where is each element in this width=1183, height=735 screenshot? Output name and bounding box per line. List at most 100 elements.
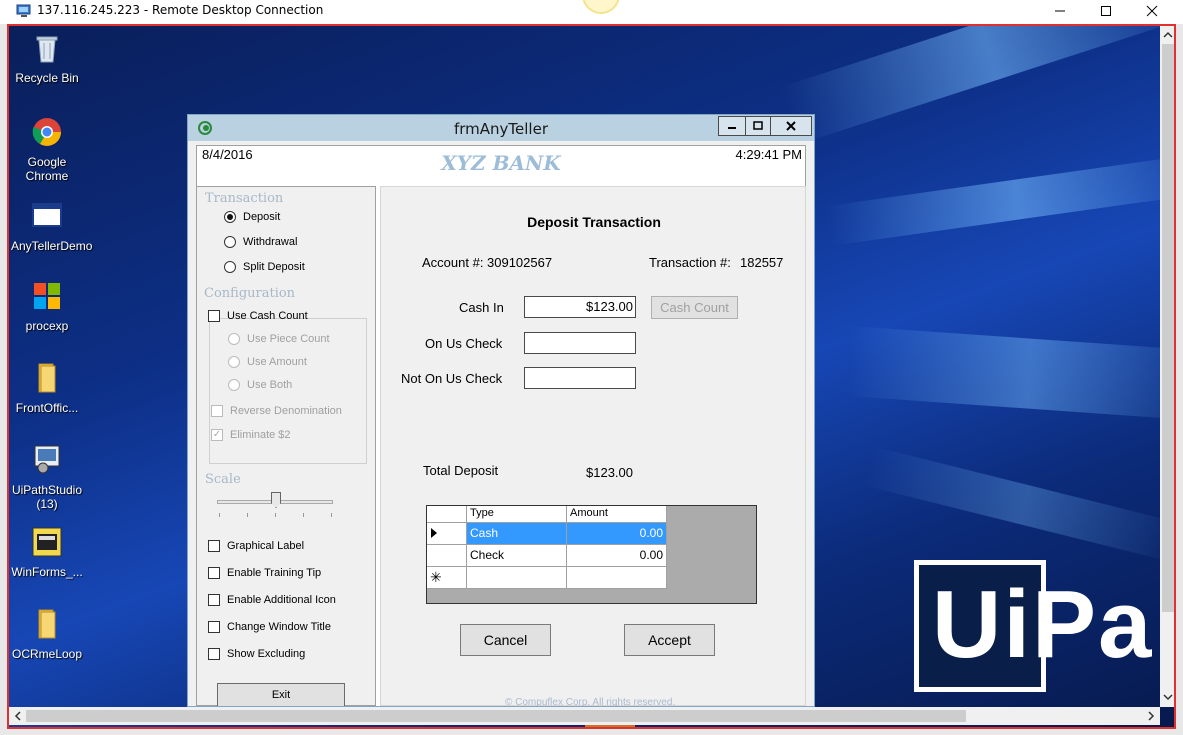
vertical-scrollbar-thumb[interactable] [1162, 44, 1174, 612]
grid-header-amount[interactable]: Amount [567, 506, 667, 523]
radio-button[interactable] [224, 261, 236, 273]
radio-deposit[interactable]: Deposit [224, 211, 280, 223]
checkbox[interactable] [211, 405, 223, 417]
check-graphical-label[interactable]: Graphical Label [208, 540, 304, 552]
transaction-number: 182557 [740, 255, 784, 270]
not-on-us-check-field[interactable] [524, 367, 636, 389]
app-maximize-button[interactable] [745, 116, 771, 136]
radio-label: Deposit [243, 211, 281, 223]
close-button[interactable] [1129, 0, 1175, 22]
remote-session-frame: Recycle Bin Google Chrome AnyTellerDemo [7, 24, 1176, 729]
checkbox[interactable]: ✓ [211, 429, 223, 441]
grid-cell-amount[interactable]: 0.00 [567, 545, 667, 567]
grid-row-header-current[interactable] [427, 523, 467, 545]
grid-cell-amount[interactable]: 0.00 [567, 523, 667, 545]
current-row-arrow-icon [431, 528, 437, 538]
host-bottom-strip [0, 729, 1183, 735]
checkbox[interactable] [208, 540, 220, 552]
horizontal-scrollbar-thumb[interactable] [26, 710, 966, 722]
radio-label: Use Amount [247, 356, 307, 368]
rdp-window-title: 137.116.245.223 - Remote Desktop Connect… [37, 3, 324, 17]
minimize-icon [1055, 10, 1065, 12]
horizontal-scrollbar[interactable] [9, 707, 1160, 725]
app-minimize-button[interactable] [718, 116, 746, 136]
folder-icon [38, 609, 56, 639]
cash-in-field[interactable]: $123.00 [524, 296, 636, 318]
scale-slider-thumb[interactable] [271, 492, 281, 508]
radio-split-deposit[interactable]: Split Deposit [224, 261, 305, 273]
minimize-button[interactable] [1037, 0, 1083, 22]
checkbox-label: Enable Additional Icon [227, 594, 336, 606]
vertical-scrollbar[interactable] [1160, 26, 1176, 707]
desktop-icon-label: WinForms_... [11, 565, 83, 579]
deposit-grid[interactable]: Type Amount Cash 0.00 Check 0.00 ✳ [426, 505, 757, 604]
scroll-down-icon[interactable] [1160, 690, 1176, 704]
checkbox[interactable] [208, 648, 220, 660]
desktop-icon-procexp[interactable]: procexp [11, 280, 83, 333]
accept-button[interactable]: Accept [624, 624, 715, 656]
check-use-cash-count[interactable]: Use Cash Count [208, 310, 308, 322]
desktop-icon-recycle-bin[interactable]: Recycle Bin [11, 32, 83, 85]
deposit-heading: Deposit Transaction [527, 214, 661, 230]
grid-header-type[interactable]: Type [467, 506, 567, 523]
radio-use-amount[interactable]: Use Amount [228, 356, 307, 368]
checkbox[interactable] [208, 621, 220, 633]
slider-tick [219, 513, 220, 517]
exit-button[interactable]: Exit [217, 683, 345, 706]
remote-desktop-icon [16, 4, 31, 17]
checkbox-label: Enable Training Tip [227, 567, 322, 579]
radio-button[interactable] [228, 333, 240, 345]
options-panel: Transaction Deposit Withdrawal Split Dep… [196, 186, 376, 706]
on-us-check-field[interactable] [524, 332, 636, 354]
slider-tick [275, 513, 276, 517]
scroll-left-icon[interactable] [11, 707, 25, 725]
desktop-icon-winforms[interactable]: WinForms_... [11, 526, 83, 579]
sun-decoration [582, 0, 620, 14]
cash-count-button[interactable]: Cash Count [651, 296, 738, 319]
radio-button[interactable] [224, 236, 236, 248]
slider-tick [303, 513, 304, 517]
check-enable-training-tip[interactable]: Enable Training Tip [208, 567, 321, 579]
check-change-window-title[interactable]: Change Window Title [208, 621, 331, 633]
grid-cell-type[interactable]: Cash [467, 523, 567, 545]
grid-cell-type[interactable]: Check [467, 545, 567, 567]
checkbox[interactable] [208, 567, 220, 579]
wallpaper-ray [864, 446, 1174, 563]
check-reverse-denomination[interactable]: Reverse Denomination [211, 405, 342, 417]
remote-desktop: Recycle Bin Google Chrome AnyTellerDemo [9, 26, 1174, 727]
grid-cell-new-amount[interactable] [567, 567, 667, 589]
scroll-right-icon[interactable] [1144, 707, 1158, 725]
rdp-titlebar: 137.116.245.223 - Remote Desktop Connect… [0, 0, 1183, 24]
desktop-icon-chrome[interactable]: Google Chrome [11, 116, 83, 183]
radio-button[interactable] [228, 356, 240, 368]
desktop-icon-anytellerdemo[interactable]: AnyTellerDemo [11, 200, 92, 253]
grid-row-header[interactable] [427, 545, 467, 567]
desktop-icon-label: Google Chrome [25, 155, 69, 183]
check-enable-additional-icon[interactable]: Enable Additional Icon [208, 594, 336, 606]
radio-label: Use Piece Count [247, 333, 330, 345]
radio-button[interactable] [224, 211, 236, 223]
checkbox[interactable] [208, 310, 220, 322]
maximize-button[interactable] [1083, 0, 1129, 22]
chrome-icon [32, 118, 61, 146]
not-on-us-check-label: Not On Us Check [401, 371, 503, 386]
check-show-excluding[interactable]: Show Excluding [208, 648, 305, 660]
desktop-icon-uipathstudio[interactable]: UiPathStudio (13) [11, 444, 83, 511]
radio-use-piece-count[interactable]: Use Piece Count [228, 333, 330, 345]
desktop-icon-frontoffice[interactable]: FrontOffic... [11, 362, 83, 415]
total-deposit-value: $123.00 [586, 465, 633, 480]
wallpaper-ray [779, 26, 1174, 145]
cancel-button[interactable]: Cancel [460, 624, 551, 656]
radio-use-both[interactable]: Use Both [228, 379, 292, 391]
cash-in-label: Cash In [459, 300, 504, 315]
grid-new-row-header[interactable]: ✳ [427, 567, 467, 589]
uipath-logo-text: UiPa [932, 571, 1154, 678]
check-eliminate-2[interactable]: ✓ Eliminate $2 [211, 429, 291, 441]
checkbox[interactable] [208, 594, 220, 606]
grid-cell-new-type[interactable] [467, 567, 567, 589]
radio-withdrawal[interactable]: Withdrawal [224, 236, 297, 248]
scroll-up-icon[interactable] [1160, 28, 1176, 42]
app-close-button[interactable] [770, 116, 812, 136]
desktop-icon-ocrmeloop[interactable]: OCRmeLoop [11, 608, 83, 661]
radio-button[interactable] [228, 379, 240, 391]
